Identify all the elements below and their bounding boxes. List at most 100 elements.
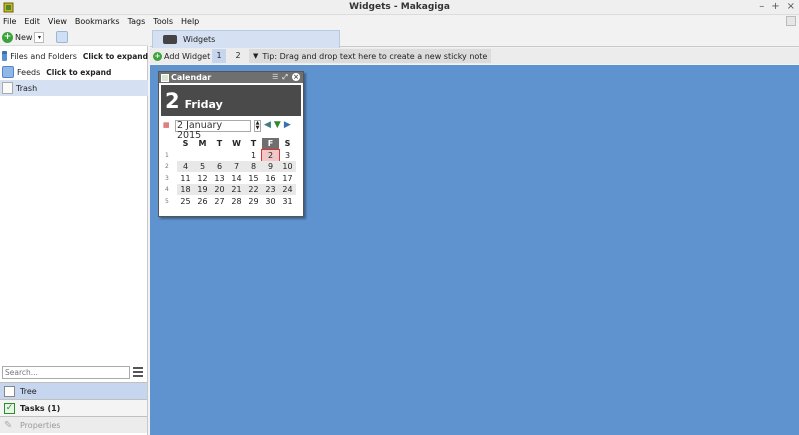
day-cell-today[interactable]: 2 — [261, 148, 280, 162]
day-cell[interactable]: 21 — [228, 184, 245, 196]
widget-toolbar: + Add Widget 1 2 ▼ Tip: Drag and drop te… — [150, 48, 799, 64]
day-cell[interactable]: 27 — [211, 196, 228, 207]
day-cell[interactable]: 1 — [245, 150, 262, 161]
day-cell[interactable]: 20 — [211, 184, 228, 196]
menu-tags[interactable]: Tags — [128, 15, 146, 28]
day-cell[interactable]: 16 — [262, 173, 279, 184]
menu-help[interactable]: Help — [181, 15, 199, 28]
next-month-icon[interactable]: ▶ — [284, 121, 291, 130]
maximize-button[interactable]: + — [771, 1, 779, 12]
folder-icon — [2, 51, 8, 61]
day-cell[interactable]: 24 — [279, 184, 296, 196]
add-plus-icon: + — [153, 51, 162, 61]
week-row: 1 1 2 3 — [163, 148, 296, 162]
menu-edit[interactable]: Edit — [24, 15, 40, 28]
week-row: 2 4 5 6 7 8 9 10 — [163, 161, 296, 173]
day-cell[interactable]: 4 — [177, 161, 194, 173]
current-month-icon[interactable]: ▼ — [274, 121, 281, 130]
menu-file[interactable]: File — [3, 15, 16, 28]
feed-icon — [2, 66, 14, 78]
day-cell[interactable]: 8 — [245, 161, 262, 173]
day-cell[interactable]: 25 — [177, 196, 194, 207]
left-toolbar: + New ▾ — [0, 28, 148, 46]
tab-tree[interactable]: Tree — [0, 382, 147, 399]
tree-item-trash[interactable]: Trash — [0, 80, 148, 96]
day-cell[interactable]: 19 — [194, 184, 211, 196]
new-plus-icon: + — [2, 31, 13, 43]
day-cell[interactable]: 11 — [177, 173, 194, 184]
search-input[interactable] — [3, 367, 129, 378]
day-cell[interactable]: 28 — [228, 196, 245, 207]
tip-banner: ▼ Tip: Drag and drop text here to create… — [249, 49, 492, 63]
new-button[interactable]: + New ▾ — [2, 30, 45, 44]
weekday-header-row: S M T W T F S — [163, 138, 296, 150]
day-cell[interactable]: 29 — [245, 196, 262, 207]
calendar-grid: S M T W T F S 1 1 2 3 2 4 5 6 7 8 9 10 3… — [163, 138, 296, 207]
widget-close-icon[interactable]: × — [292, 73, 300, 81]
menu-bookmarks[interactable]: Bookmarks — [75, 15, 120, 28]
date-spinner[interactable]: ▲ ▼ — [254, 119, 261, 132]
calendar-titlebar[interactable]: Calendar ☰ ⤢ × — [159, 72, 303, 83]
widget-menu-icon[interactable]: ☰ — [272, 73, 278, 82]
day-cell[interactable]: 15 — [245, 173, 262, 184]
close-button[interactable]: × — [787, 1, 795, 12]
day-cell[interactable]: 30 — [262, 196, 279, 207]
day-cell[interactable]: 13 — [211, 173, 228, 184]
title-bar: Widgets - Makagiga – + × — [0, 0, 799, 15]
search-menu-icon[interactable] — [133, 367, 143, 377]
tree-item-files-and-folders[interactable]: Files and Folders Click to expand — [0, 48, 148, 64]
weekday-label: T — [250, 139, 257, 149]
day-cell[interactable]: 26 — [194, 196, 211, 207]
previous-month-icon[interactable]: ◀ — [264, 121, 271, 130]
trash-icon — [2, 82, 13, 94]
day-cell[interactable]: 9 — [262, 161, 279, 173]
tree-item-feeds[interactable]: Feeds Click to expand — [0, 64, 148, 80]
week-row: 5 25 26 27 28 29 30 31 — [163, 196, 296, 208]
wrench-icon: ✎ — [4, 419, 13, 431]
window-title: Widgets - Makagiga — [349, 2, 450, 12]
page-button-1[interactable]: 1 — [212, 49, 226, 63]
weekday-label: T — [216, 139, 223, 149]
tab-widgets[interactable]: Widgets — [152, 30, 340, 48]
day-cell[interactable]: 14 — [228, 173, 245, 184]
widgets-icon — [163, 35, 177, 44]
calendar-nav: ▦ 2 January 2015 ▲ ▼ ◀ ▼ ▶ — [163, 119, 303, 140]
day-cell[interactable]: 17 — [279, 173, 296, 184]
day-cell[interactable]: 12 — [194, 173, 211, 184]
search-box — [2, 366, 130, 379]
menu-bar: File Edit View Bookmarks Tags Tools Help — [0, 15, 799, 28]
add-widget-button[interactable]: + Add Widget — [150, 51, 212, 61]
day-cell[interactable]: 22 — [245, 184, 262, 196]
day-cell[interactable]: 23 — [262, 184, 279, 196]
widget-edit-icon[interactable]: ⤢ — [282, 73, 288, 82]
day-cell[interactable]: 18 — [177, 184, 194, 196]
day-cell[interactable]: 31 — [279, 196, 296, 207]
date-field[interactable]: 2 January 2015 — [175, 119, 251, 140]
day-cell[interactable]: 10 — [279, 161, 296, 173]
week-number: 3 — [165, 174, 169, 182]
menu-view[interactable]: View — [48, 15, 67, 28]
view-mode-button[interactable] — [56, 31, 68, 43]
weekday-label: S — [284, 139, 291, 149]
minimize-button[interactable]: – — [759, 1, 764, 12]
tab-tasks[interactable]: ✓ Tasks (1) — [0, 399, 147, 416]
tab-properties[interactable]: ✎ Properties — [0, 416, 147, 433]
tree-list: Files and Folders Click to expand Feeds … — [0, 48, 148, 96]
weekday-label: W — [232, 139, 241, 149]
weekday-label: M — [198, 139, 207, 149]
day-cell[interactable]: 7 — [228, 161, 245, 173]
day-cell[interactable]: 3 — [279, 150, 296, 161]
page-button-2[interactable]: 2 — [231, 49, 245, 63]
new-dropdown-icon[interactable]: ▾ — [34, 31, 45, 43]
main-tab-strip: Widgets — [150, 28, 799, 48]
menu-tools[interactable]: Tools — [153, 15, 173, 28]
week-number: 2 — [165, 163, 169, 171]
menubar-corner-button[interactable] — [786, 16, 796, 26]
day-cell[interactable]: 6 — [211, 161, 228, 173]
calendar-widget[interactable]: Calendar ☰ ⤢ × 2 Friday ▦ 2 January 2015… — [158, 71, 304, 217]
triangle-down-icon: ▼ — [253, 52, 259, 60]
left-panel: + New ▾ Files and Folders Click to expan… — [0, 28, 148, 435]
today-icon[interactable]: ▦ — [163, 121, 172, 130]
day-cell[interactable]: 5 — [194, 161, 211, 173]
week-number: 1 — [165, 151, 169, 159]
